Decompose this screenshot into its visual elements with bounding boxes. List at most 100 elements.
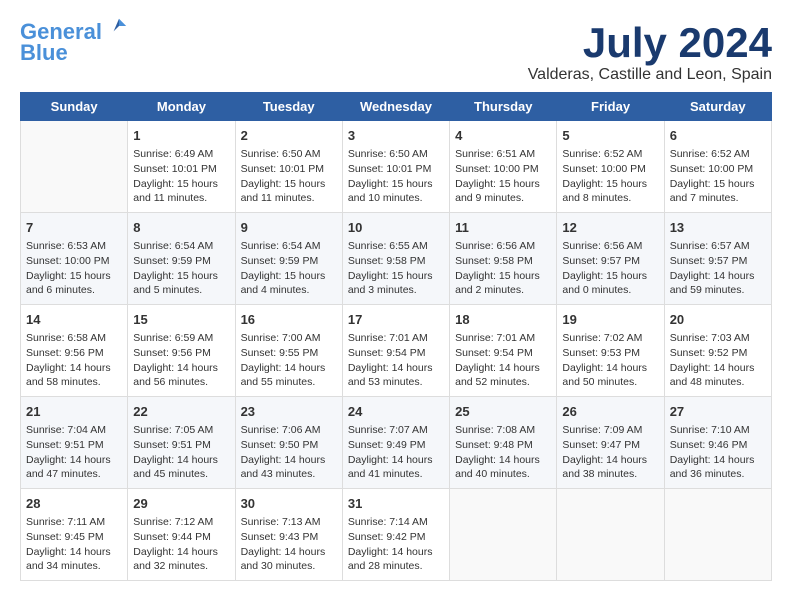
column-header-wednesday: Wednesday (342, 93, 449, 121)
sunset-text: Sunset: 9:49 PM (348, 438, 444, 453)
daylight-text: Daylight: 15 hours and 11 minutes. (241, 177, 337, 206)
day-number: 13 (670, 219, 766, 237)
calendar-week-row: 28Sunrise: 7:11 AMSunset: 9:45 PMDayligh… (21, 488, 772, 580)
daylight-text: Daylight: 15 hours and 9 minutes. (455, 177, 551, 206)
sunrise-text: Sunrise: 6:50 AM (241, 147, 337, 162)
sunrise-text: Sunrise: 6:51 AM (455, 147, 551, 162)
sunrise-text: Sunrise: 6:52 AM (670, 147, 766, 162)
sunrise-text: Sunrise: 7:01 AM (348, 331, 444, 346)
day-number: 4 (455, 127, 551, 145)
sunrise-text: Sunrise: 6:56 AM (562, 239, 658, 254)
logo: General Blue (20, 20, 128, 66)
calendar-cell: 9Sunrise: 6:54 AMSunset: 9:59 PMDaylight… (235, 213, 342, 305)
calendar-cell: 23Sunrise: 7:06 AMSunset: 9:50 PMDayligh… (235, 397, 342, 489)
sunrise-text: Sunrise: 7:03 AM (670, 331, 766, 346)
day-number: 31 (348, 495, 444, 513)
daylight-text: Daylight: 14 hours and 41 minutes. (348, 453, 444, 482)
day-number: 11 (455, 219, 551, 237)
calendar-cell: 17Sunrise: 7:01 AMSunset: 9:54 PMDayligh… (342, 305, 449, 397)
daylight-text: Daylight: 14 hours and 28 minutes. (348, 545, 444, 574)
sunrise-text: Sunrise: 7:08 AM (455, 423, 551, 438)
daylight-text: Daylight: 14 hours and 34 minutes. (26, 545, 122, 574)
calendar-cell: 12Sunrise: 6:56 AMSunset: 9:57 PMDayligh… (557, 213, 664, 305)
sunrise-text: Sunrise: 7:02 AM (562, 331, 658, 346)
sunset-text: Sunset: 9:54 PM (348, 346, 444, 361)
sunset-text: Sunset: 9:53 PM (562, 346, 658, 361)
column-header-friday: Friday (557, 93, 664, 121)
day-number: 16 (241, 311, 337, 329)
calendar-header-row: SundayMondayTuesdayWednesdayThursdayFrid… (21, 93, 772, 121)
calendar-cell: 24 Sunrise: 7:07 AMSunset: 9:49 PMDayligh… (342, 397, 449, 489)
calendar-cell: 10Sunrise: 6:55 AMSunset: 9:58 PMDayligh… (342, 213, 449, 305)
sunrise-text: Sunrise: 6:53 AM (26, 239, 122, 254)
sunset-text: Sunset: 10:01 PM (241, 162, 337, 177)
sunset-text: Sunset: 9:57 PM (670, 254, 766, 269)
daylight-text: Daylight: 15 hours and 0 minutes. (562, 269, 658, 298)
day-number: 6 (670, 127, 766, 145)
day-number: 28 (26, 495, 122, 513)
calendar-cell: 13Sunrise: 6:57 AMSunset: 9:57 PMDayligh… (664, 213, 771, 305)
sunset-text: Sunset: 9:52 PM (670, 346, 766, 361)
daylight-text: Daylight: 15 hours and 8 minutes. (562, 177, 658, 206)
sunrise-text: Sunrise: 6:50 AM (348, 147, 444, 162)
day-number: 2 (241, 127, 337, 145)
sunrise-text: Sunrise: 6:56 AM (455, 239, 551, 254)
sunset-text: Sunset: 10:01 PM (348, 162, 444, 177)
calendar-table: SundayMondayTuesdayWednesdayThursdayFrid… (20, 92, 772, 581)
daylight-text: Daylight: 15 hours and 4 minutes. (241, 269, 337, 298)
daylight-text: Daylight: 14 hours and 45 minutes. (133, 453, 229, 482)
sunrise-text: Sunrise: 6:59 AM (133, 331, 229, 346)
sunset-text: Sunset: 10:00 PM (455, 162, 551, 177)
sunset-text: Sunset: 9:48 PM (455, 438, 551, 453)
day-number: 17 (348, 311, 444, 329)
daylight-text: Daylight: 14 hours and 40 minutes. (455, 453, 551, 482)
sunrise-text: Sunrise: 7:00 AM (241, 331, 337, 346)
sunrise-text: Sunrise: 6:54 AM (133, 239, 229, 254)
daylight-text: Daylight: 15 hours and 3 minutes. (348, 269, 444, 298)
calendar-cell: 14Sunrise: 6:58 AMSunset: 9:56 PMDayligh… (21, 305, 128, 397)
day-number: 7 (26, 219, 122, 237)
day-number: 22 (133, 403, 229, 421)
daylight-text: Daylight: 14 hours and 36 minutes. (670, 453, 766, 482)
daylight-text: Daylight: 14 hours and 38 minutes. (562, 453, 658, 482)
sunset-text: Sunset: 9:50 PM (241, 438, 337, 453)
daylight-text: Daylight: 15 hours and 10 minutes. (348, 177, 444, 206)
sunrise-text: Sunrise: 7:06 AM (241, 423, 337, 438)
daylight-text: Daylight: 15 hours and 6 minutes. (26, 269, 122, 298)
sunset-text: Sunset: 9:47 PM (562, 438, 658, 453)
sunset-text: Sunset: 9:59 PM (133, 254, 229, 269)
day-number: 25 (455, 403, 551, 421)
sunset-text: Sunset: 9:58 PM (455, 254, 551, 269)
sunset-text: Sunset: 10:00 PM (26, 254, 122, 269)
sunrise-text: Sunrise: 6:55 AM (348, 239, 444, 254)
sunset-text: Sunset: 9:55 PM (241, 346, 337, 361)
sunset-text: Sunset: 10:01 PM (133, 162, 229, 177)
day-number: 27 (670, 403, 766, 421)
sunset-text: Sunset: 9:45 PM (26, 530, 122, 545)
sunrise-text: Sunrise: 7:07 AM (348, 423, 444, 438)
day-number: 14 (26, 311, 122, 329)
daylight-text: Daylight: 15 hours and 2 minutes. (455, 269, 551, 298)
sunrise-text: Sunrise: 7:10 AM (670, 423, 766, 438)
sunset-text: Sunset: 9:57 PM (562, 254, 658, 269)
calendar-cell: 11 Sunrise: 6:56 AMSunset: 9:58 PMDayligh… (450, 213, 557, 305)
daylight-text: Daylight: 15 hours and 11 minutes. (133, 177, 229, 206)
column-header-thursday: Thursday (450, 93, 557, 121)
page-header: General Blue July 2024 Valderas, Castill… (20, 20, 772, 84)
day-number: 24 (348, 403, 444, 421)
daylight-text: Daylight: 14 hours and 43 minutes. (241, 453, 337, 482)
sunset-text: Sunset: 9:43 PM (241, 530, 337, 545)
day-number: 8 (133, 219, 229, 237)
sunrise-text: Sunrise: 6:57 AM (670, 239, 766, 254)
calendar-cell: 19Sunrise: 7:02 AMSunset: 9:53 PMDayligh… (557, 305, 664, 397)
day-number: 9 (241, 219, 337, 237)
calendar-cell: 25 Sunrise: 7:08 AMSunset: 9:48 PMDayligh… (450, 397, 557, 489)
sunrise-text: Sunrise: 7:14 AM (348, 515, 444, 530)
sunrise-text: Sunrise: 7:12 AM (133, 515, 229, 530)
calendar-cell: 3Sunrise: 6:50 AMSunset: 10:01 PMDayligh… (342, 121, 449, 213)
column-header-sunday: Sunday (21, 93, 128, 121)
day-number: 19 (562, 311, 658, 329)
column-header-tuesday: Tuesday (235, 93, 342, 121)
calendar-cell: 28Sunrise: 7:11 AMSunset: 9:45 PMDayligh… (21, 488, 128, 580)
day-number: 15 (133, 311, 229, 329)
